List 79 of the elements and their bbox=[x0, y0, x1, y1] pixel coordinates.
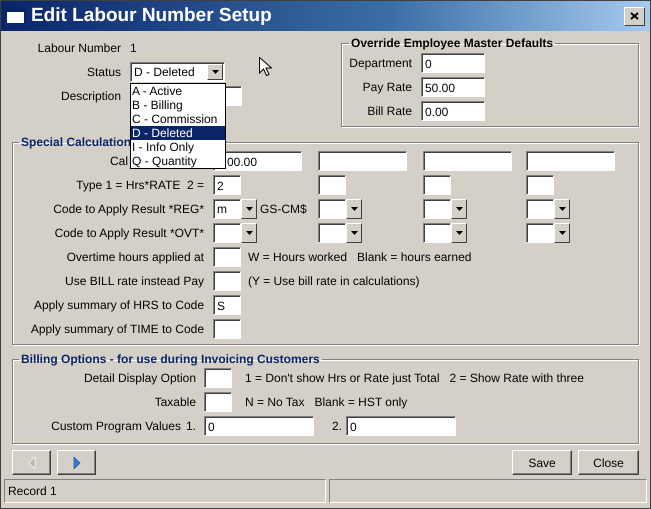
caret-icon bbox=[558, 207, 566, 211]
dropdown-option[interactable]: D - Deleted bbox=[131, 126, 225, 140]
input-field[interactable] bbox=[204, 392, 232, 412]
caret-icon bbox=[246, 207, 252, 211]
caret-icon bbox=[212, 70, 218, 74]
status-text: Record 1 bbox=[4, 479, 326, 503]
caret-icon bbox=[558, 231, 566, 235]
combo-field[interactable] bbox=[526, 223, 570, 243]
left-arrow-icon bbox=[28, 456, 36, 468]
input-field[interactable] bbox=[318, 175, 346, 195]
hint-text: GS-CM$ bbox=[260, 202, 307, 216]
field-label: Apply summary of TIME to Code bbox=[30, 322, 204, 336]
field-label: Custom Program Values bbox=[51, 419, 181, 433]
field-label: Type 1 = Hrs*RATE 2 = bbox=[75, 178, 204, 192]
caret-icon bbox=[246, 231, 252, 235]
input-field[interactable] bbox=[213, 271, 241, 291]
field-label: Apply summary of HRS to Code bbox=[32, 298, 204, 312]
input-field[interactable]: S bbox=[213, 295, 241, 315]
caret-icon bbox=[350, 207, 358, 211]
field-label: Bill Rate bbox=[366, 104, 412, 118]
status-dropdown[interactable]: D - Deleted bbox=[130, 62, 225, 82]
field-label: Pay Rate bbox=[362, 80, 412, 94]
field-label: Code to Apply Result *OVT* bbox=[54, 226, 204, 240]
input-field[interactable] bbox=[204, 368, 232, 388]
window-icon bbox=[6, 8, 25, 24]
dropdown-option[interactable]: I - Info Only bbox=[131, 140, 225, 154]
input-field[interactable]: 50.00 bbox=[421, 77, 485, 97]
combo-field[interactable] bbox=[526, 199, 570, 219]
group-title: Override Employee Master Defaults bbox=[350, 36, 554, 50]
input-field[interactable] bbox=[423, 175, 451, 195]
dropdown-option[interactable]: A - Active bbox=[131, 84, 225, 98]
dropdown-option[interactable]: C - Commission bbox=[131, 112, 225, 126]
hint-text: 1 = Don't show Hrs or Rate just Total 2 = Show Rate with three bbox=[245, 371, 584, 385]
input-field[interactable]: 0 bbox=[346, 416, 456, 436]
input-field[interactable] bbox=[318, 151, 407, 171]
input-field[interactable] bbox=[526, 175, 554, 195]
input-field[interactable]: 0.00 bbox=[421, 101, 485, 121]
group-title: Billing Options - for use during Invoicing Customers bbox=[20, 352, 321, 366]
field-label: Department bbox=[348, 56, 412, 70]
input-field[interactable]: 0 bbox=[421, 53, 485, 73]
hint-text: (Y = Use bill rate in calculations) bbox=[248, 274, 420, 288]
field-label: 1. bbox=[186, 419, 196, 433]
pointer-icon bbox=[259, 57, 272, 76]
hint-text: N = No Tax Blank = HST only bbox=[245, 395, 408, 409]
field-label: Use BILL rate instead Pay bbox=[64, 274, 204, 288]
caret-icon bbox=[456, 207, 462, 211]
field-label: Overtime hours applied at bbox=[66, 250, 204, 264]
input-field[interactable]: 0 bbox=[204, 416, 314, 436]
window-title: Edit Labour Number Setup bbox=[31, 5, 272, 27]
save-button[interactable]: Save bbox=[512, 450, 572, 475]
field-label: Taxable bbox=[154, 395, 196, 409]
field-label: Detail Display Option bbox=[82, 371, 196, 385]
input-field[interactable] bbox=[213, 319, 241, 339]
close-button[interactable]: Close bbox=[578, 450, 639, 475]
next-button[interactable] bbox=[57, 450, 96, 475]
close-icon bbox=[630, 12, 639, 20]
combo-field[interactable] bbox=[423, 199, 467, 219]
field-label: Labour Number bbox=[36, 41, 121, 55]
close-button[interactable] bbox=[624, 6, 645, 26]
input-field[interactable]: 2 bbox=[213, 175, 241, 195]
field-label: Cal bbox=[108, 154, 128, 168]
group-title: Special Calculation bbox=[20, 135, 132, 149]
input-field[interactable] bbox=[526, 151, 615, 171]
combo-field[interactable] bbox=[318, 199, 362, 219]
field-label: Status bbox=[86, 65, 121, 79]
field-label: 2. bbox=[332, 419, 342, 433]
field-value: 1 bbox=[130, 41, 138, 55]
field-label: Description bbox=[60, 89, 121, 103]
caret-icon bbox=[456, 231, 462, 235]
right-arrow-icon bbox=[72, 456, 80, 468]
combo-field[interactable] bbox=[213, 223, 257, 243]
field-label: Code to Apply Result *REG* bbox=[52, 202, 204, 216]
combo-field[interactable] bbox=[318, 223, 362, 243]
hint-text: W = Hours worked Blank = hours earned bbox=[248, 250, 472, 264]
dropdown-option[interactable]: B - Billing bbox=[131, 98, 225, 112]
combo-field[interactable] bbox=[423, 223, 467, 243]
caret-icon bbox=[350, 231, 358, 235]
input-field[interactable] bbox=[423, 151, 512, 171]
input-field[interactable] bbox=[213, 247, 241, 267]
